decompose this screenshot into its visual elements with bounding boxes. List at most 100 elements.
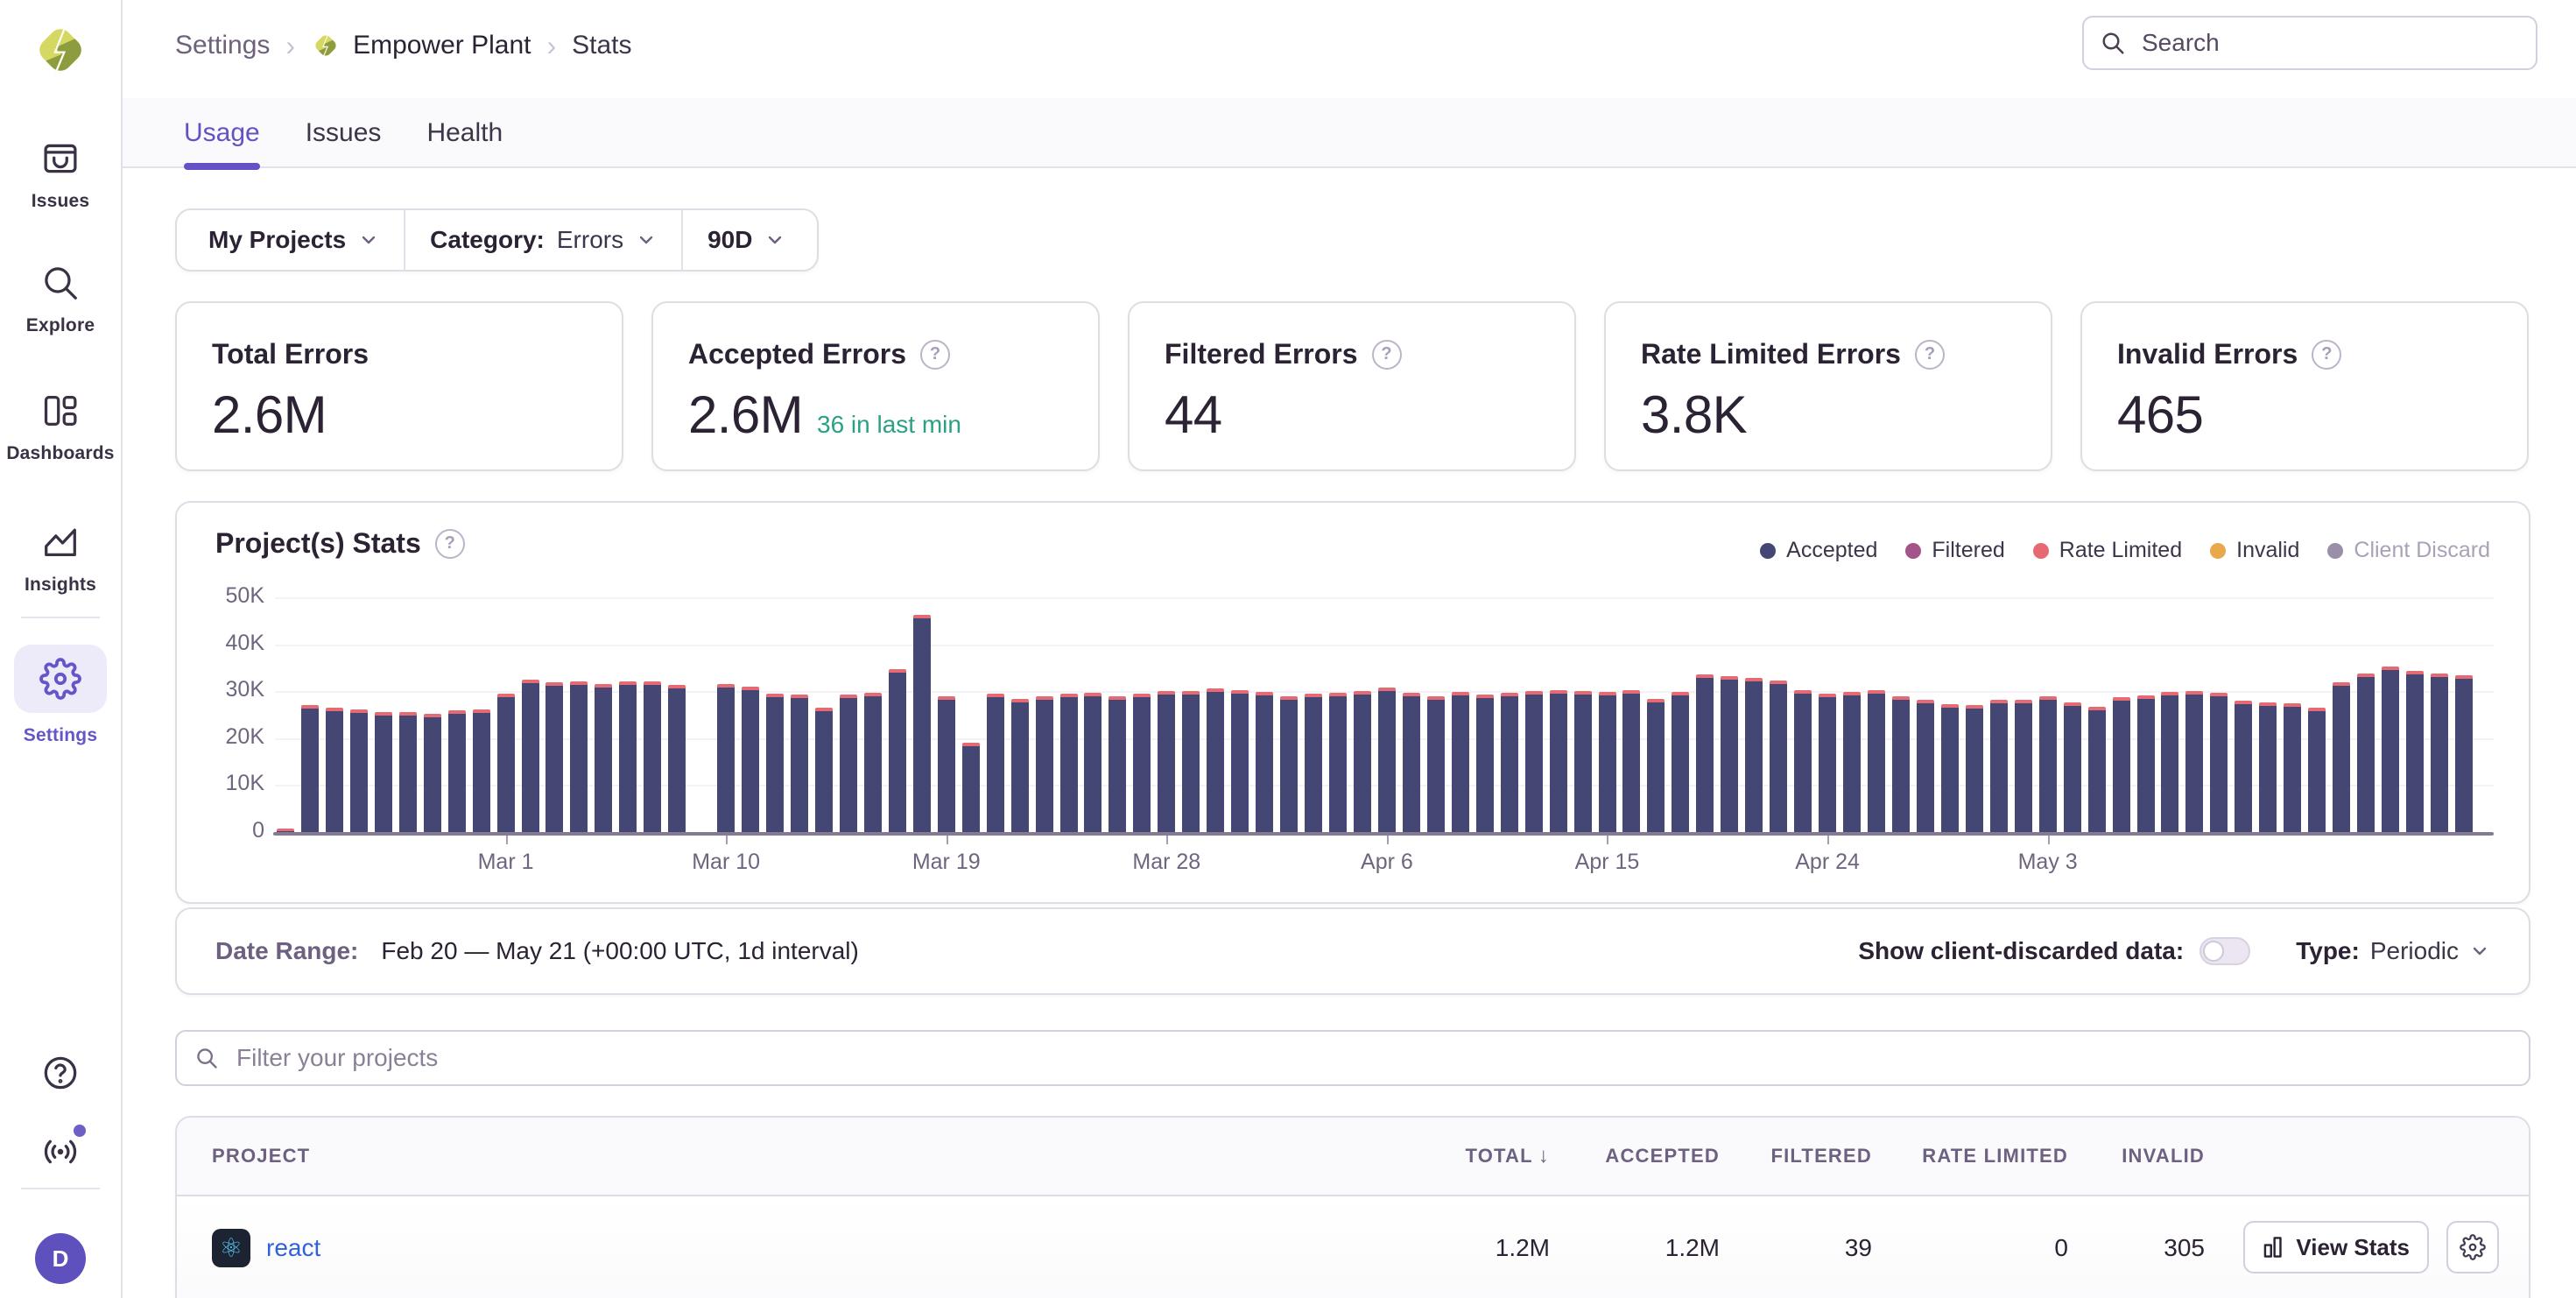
chart-bar-accepted[interactable] bbox=[962, 746, 980, 832]
column-header-project[interactable]: PROJECT bbox=[212, 1118, 310, 1195]
chart-bar-accepted[interactable] bbox=[1745, 681, 1763, 832]
chart-bar-accepted[interactable] bbox=[497, 697, 515, 832]
chart-bar-accepted[interactable] bbox=[1036, 700, 1053, 832]
chart-bar-accepted[interactable] bbox=[545, 686, 563, 832]
chart-bar-accepted[interactable] bbox=[2284, 707, 2301, 832]
chart-bar-accepted[interactable] bbox=[717, 688, 735, 832]
chart-bar-accepted[interactable] bbox=[350, 713, 368, 832]
chart-bar-accepted[interactable] bbox=[1525, 695, 1543, 832]
chart-bar-accepted[interactable] bbox=[742, 690, 759, 832]
chart-bar-accepted[interactable] bbox=[1501, 696, 1518, 832]
help-circle-icon[interactable]: ? bbox=[2312, 340, 2341, 370]
chart-bar-accepted[interactable] bbox=[1892, 700, 1910, 832]
chart-bar-accepted[interactable] bbox=[1378, 691, 1396, 832]
chart-bar-accepted[interactable] bbox=[1158, 695, 1175, 832]
chart-bar-accepted[interactable] bbox=[2210, 696, 2228, 832]
help-circle-icon[interactable]: ? bbox=[1372, 340, 1402, 370]
chart-bar-accepted[interactable] bbox=[2137, 699, 2155, 832]
chart-bar-accepted[interactable] bbox=[2259, 706, 2277, 832]
chart-bar-accepted[interactable] bbox=[938, 700, 955, 832]
tab-usage[interactable]: Usage bbox=[184, 98, 260, 168]
chart-bar-accepted[interactable] bbox=[1672, 695, 1689, 832]
chart-bar-accepted[interactable] bbox=[1305, 697, 1322, 832]
project-settings-button[interactable] bbox=[2446, 1221, 2499, 1273]
broadcast-icon[interactable] bbox=[40, 1132, 81, 1172]
chart-bar-accepted[interactable] bbox=[1770, 684, 1787, 832]
breadcrumb-org[interactable]: Empower Plant bbox=[311, 31, 531, 60]
view-stats-button[interactable]: View Stats bbox=[2243, 1221, 2429, 1273]
sidebar-item-dashboards[interactable]: Dashboards bbox=[0, 391, 121, 464]
chart-bar-accepted[interactable] bbox=[1133, 697, 1151, 832]
column-header-total[interactable]: TOTAL↓ bbox=[1392, 1118, 1550, 1195]
chart-bar-accepted[interactable] bbox=[913, 618, 931, 832]
chart-bar-accepted[interactable] bbox=[1427, 700, 1445, 832]
sidebar-item-insights[interactable]: Insights bbox=[0, 522, 121, 596]
sidebar-item-issues[interactable]: Issues bbox=[0, 138, 121, 212]
user-avatar[interactable]: D bbox=[35, 1233, 86, 1284]
chart-bar-accepted[interactable] bbox=[1721, 680, 1738, 832]
chart-bar-accepted[interactable] bbox=[1843, 695, 1861, 832]
project-filter[interactable] bbox=[175, 1030, 2530, 1086]
chart-bar-accepted[interactable] bbox=[1794, 694, 1812, 832]
chart-bar-accepted[interactable] bbox=[1868, 694, 1885, 832]
sidebar-item-explore[interactable]: Explore bbox=[0, 263, 121, 336]
chart-bar-accepted[interactable] bbox=[2088, 710, 2106, 832]
chart-bar-accepted[interactable] bbox=[277, 831, 294, 832]
chart-bar-accepted[interactable] bbox=[473, 713, 490, 832]
chart-bar-accepted[interactable] bbox=[1966, 709, 1983, 832]
chart-bar-accepted[interactable] bbox=[2039, 700, 2057, 832]
chart-bar-accepted[interactable] bbox=[815, 711, 833, 832]
chart-bar-accepted[interactable] bbox=[2455, 679, 2473, 832]
chart-bar-accepted[interactable] bbox=[399, 716, 417, 832]
chart-bar-accepted[interactable] bbox=[1452, 695, 1469, 832]
chart-bar-accepted[interactable] bbox=[1354, 695, 1371, 832]
type-dropdown[interactable]: Type: Periodic bbox=[2296, 937, 2490, 965]
chart-bar-accepted[interactable] bbox=[644, 685, 661, 832]
chart-bar-accepted[interactable] bbox=[2235, 704, 2252, 832]
chart-bar-accepted[interactable] bbox=[987, 697, 1004, 832]
help-circle-icon[interactable]: ? bbox=[1915, 340, 1945, 370]
project-filter-input[interactable] bbox=[233, 1042, 2511, 1074]
chart-bar-accepted[interactable] bbox=[1231, 694, 1249, 832]
chart-bar-accepted[interactable] bbox=[1280, 700, 1298, 832]
client-discard-toggle[interactable] bbox=[2199, 937, 2250, 965]
chart-bar-accepted[interactable] bbox=[1550, 694, 1567, 832]
chart-bar-accepted[interactable] bbox=[864, 696, 882, 832]
search-input[interactable] bbox=[2138, 27, 2520, 59]
chart-bar-accepted[interactable] bbox=[522, 683, 539, 832]
chart-bar-accepted[interactable] bbox=[2406, 674, 2424, 832]
chart-bar-accepted[interactable] bbox=[1990, 703, 2008, 832]
chart-bar-accepted[interactable] bbox=[1207, 692, 1224, 832]
help-icon[interactable] bbox=[40, 1053, 81, 1093]
chart-bar-accepted[interactable] bbox=[840, 698, 857, 832]
chart-bar-accepted[interactable] bbox=[1476, 698, 1494, 832]
period-filter-dropdown[interactable]: 90D bbox=[683, 210, 810, 270]
tab-health[interactable]: Health bbox=[426, 98, 503, 168]
chart-bar-accepted[interactable] bbox=[1819, 697, 1836, 832]
chart-bar-accepted[interactable] bbox=[1109, 700, 1126, 832]
sidebar-item-settings[interactable]: Settings bbox=[0, 645, 121, 746]
chart-bar-accepted[interactable] bbox=[2161, 695, 2178, 832]
chart-bar-accepted[interactable] bbox=[791, 698, 808, 832]
chart-bar-accepted[interactable] bbox=[2113, 701, 2130, 832]
chart-bar-accepted[interactable] bbox=[1084, 696, 1101, 832]
chart-bar-accepted[interactable] bbox=[1256, 695, 1273, 832]
chart-bar-accepted[interactable] bbox=[595, 688, 612, 832]
chart-bar-accepted[interactable] bbox=[619, 685, 637, 832]
chart-bar-accepted[interactable] bbox=[2015, 703, 2032, 832]
chart-bar-accepted[interactable] bbox=[424, 717, 441, 832]
chart-bar-accepted[interactable] bbox=[570, 685, 588, 832]
chart-bar-accepted[interactable] bbox=[2357, 677, 2375, 832]
chart-bar-accepted[interactable] bbox=[326, 711, 343, 832]
category-filter-dropdown[interactable]: Category: Errors bbox=[405, 210, 681, 270]
chart-bar-accepted[interactable] bbox=[2333, 686, 2350, 832]
chart-bar-accepted[interactable] bbox=[1329, 696, 1347, 832]
chart-bar-accepted[interactable] bbox=[1941, 708, 1959, 832]
chart-bar-accepted[interactable] bbox=[2185, 695, 2203, 832]
column-header-filtered[interactable]: FILTERED bbox=[1749, 1118, 1872, 1195]
chart-bar-accepted[interactable] bbox=[1011, 702, 1029, 832]
chart-bar-accepted[interactable] bbox=[2382, 670, 2399, 832]
chart-bar-accepted[interactable] bbox=[1182, 695, 1200, 832]
chart-bar-accepted[interactable] bbox=[1403, 696, 1420, 832]
global-search[interactable] bbox=[2082, 16, 2537, 70]
